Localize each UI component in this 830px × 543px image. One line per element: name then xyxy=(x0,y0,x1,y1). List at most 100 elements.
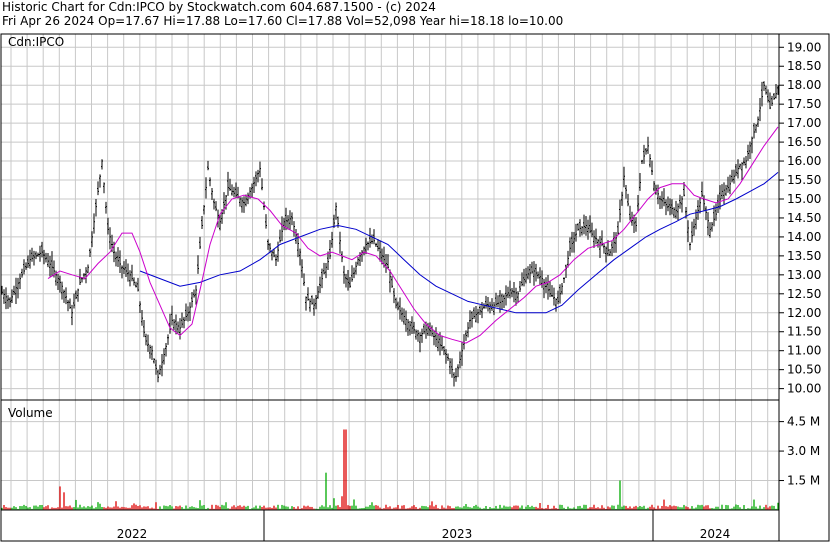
price-bar xyxy=(353,267,355,279)
price-bar xyxy=(765,85,767,95)
price-bar xyxy=(109,227,111,250)
price-bar xyxy=(519,280,521,292)
price-bar xyxy=(729,174,731,195)
price-tick-label: 12.00 xyxy=(787,306,821,320)
price-bar xyxy=(247,192,249,205)
price-bar xyxy=(451,358,453,378)
price-bar xyxy=(635,217,637,232)
price-bar xyxy=(241,197,243,213)
price-tick-label: 18.00 xyxy=(787,78,821,92)
price-bar xyxy=(233,186,235,198)
price-bar xyxy=(65,287,67,305)
stock-chart: 19.00 18.50 18.00 17.50 17.00 16.50 16.00 15.50… xyxy=(0,33,830,542)
price-bar xyxy=(87,264,89,274)
price-bar xyxy=(229,178,231,191)
price-bar xyxy=(121,265,123,279)
price-bar xyxy=(61,281,63,300)
price-panel-frame xyxy=(0,33,780,401)
price-bar xyxy=(117,247,119,268)
price-bar xyxy=(97,181,99,196)
price-bar xyxy=(539,267,541,285)
price-bar xyxy=(385,254,387,273)
price-tick-label: 16.50 xyxy=(787,135,821,149)
price-bar xyxy=(231,184,233,196)
price-bar xyxy=(213,198,215,210)
price-tick-label: 17.00 xyxy=(787,116,821,130)
price-bar xyxy=(579,219,581,237)
price-bar xyxy=(207,160,209,171)
price-bar xyxy=(769,92,771,110)
price-bar xyxy=(421,328,423,343)
price-bar xyxy=(757,116,759,127)
price-bar xyxy=(151,345,153,360)
price-bar xyxy=(33,250,35,266)
price-bar xyxy=(511,287,513,298)
price-bar xyxy=(505,285,507,306)
price-bar xyxy=(433,331,435,346)
price-bar xyxy=(717,194,719,213)
price-bar xyxy=(617,221,619,235)
price-bar xyxy=(137,277,139,292)
price-bar xyxy=(737,159,739,179)
price-bar xyxy=(379,240,381,262)
price-bar xyxy=(509,280,511,299)
price-bar xyxy=(483,303,485,309)
price-bar xyxy=(401,307,403,322)
price-bar xyxy=(529,264,531,284)
price-bar xyxy=(395,297,397,309)
price-bar xyxy=(169,313,171,334)
price-bar xyxy=(415,329,417,340)
price-bar xyxy=(39,245,41,262)
price-bar xyxy=(277,241,279,262)
price-bar xyxy=(183,316,185,329)
price-bar xyxy=(305,296,307,311)
price-bar xyxy=(407,319,409,336)
price-bar xyxy=(295,228,297,244)
price-bar xyxy=(129,270,131,287)
price-bar xyxy=(15,277,17,305)
price-bar xyxy=(485,295,487,309)
price-bar xyxy=(619,199,621,223)
year-axis-labels: 2022 2023 2024 xyxy=(117,527,731,541)
price-bar xyxy=(497,295,499,308)
price-bar xyxy=(453,372,455,387)
price-bar xyxy=(701,181,703,198)
price-bar xyxy=(625,185,627,199)
price-tick-label: 17.50 xyxy=(787,97,821,111)
year-label-2022: 2022 xyxy=(117,527,148,541)
price-bar xyxy=(93,213,95,234)
price-bar xyxy=(551,285,553,297)
price-bar xyxy=(675,200,677,219)
price-tick-label: 19.00 xyxy=(787,40,821,54)
price-axis-labels: 19.00 18.50 18.00 17.50 17.00 16.50 16.00 15.50… xyxy=(779,40,821,396)
price-bar xyxy=(659,195,661,210)
price-bar xyxy=(491,298,493,311)
price-bar xyxy=(103,182,105,194)
price-bar xyxy=(187,306,189,322)
price-bar xyxy=(739,163,741,170)
price-bar xyxy=(259,161,261,178)
price-bar xyxy=(489,301,491,314)
price-bar xyxy=(239,196,241,207)
price-tick-label: 12.50 xyxy=(787,287,821,301)
price-bar xyxy=(553,287,555,306)
volume-label: Volume xyxy=(8,406,53,420)
price-bar xyxy=(215,201,217,212)
price-bar xyxy=(599,235,601,258)
price-bar xyxy=(533,261,535,286)
price-bar xyxy=(281,216,283,242)
price-bar xyxy=(699,197,701,214)
price-bar xyxy=(755,123,757,133)
price-bar xyxy=(29,249,31,269)
price-bar xyxy=(645,147,647,155)
price-bar xyxy=(569,237,571,257)
price-bar xyxy=(19,273,21,290)
price-grid xyxy=(1,34,779,400)
price-bar xyxy=(709,222,711,238)
price-bar xyxy=(479,305,481,316)
price-bar xyxy=(419,332,421,353)
price-bar xyxy=(323,262,325,275)
price-bar xyxy=(49,255,51,277)
price-bar xyxy=(611,241,613,257)
price-bar xyxy=(651,160,653,176)
